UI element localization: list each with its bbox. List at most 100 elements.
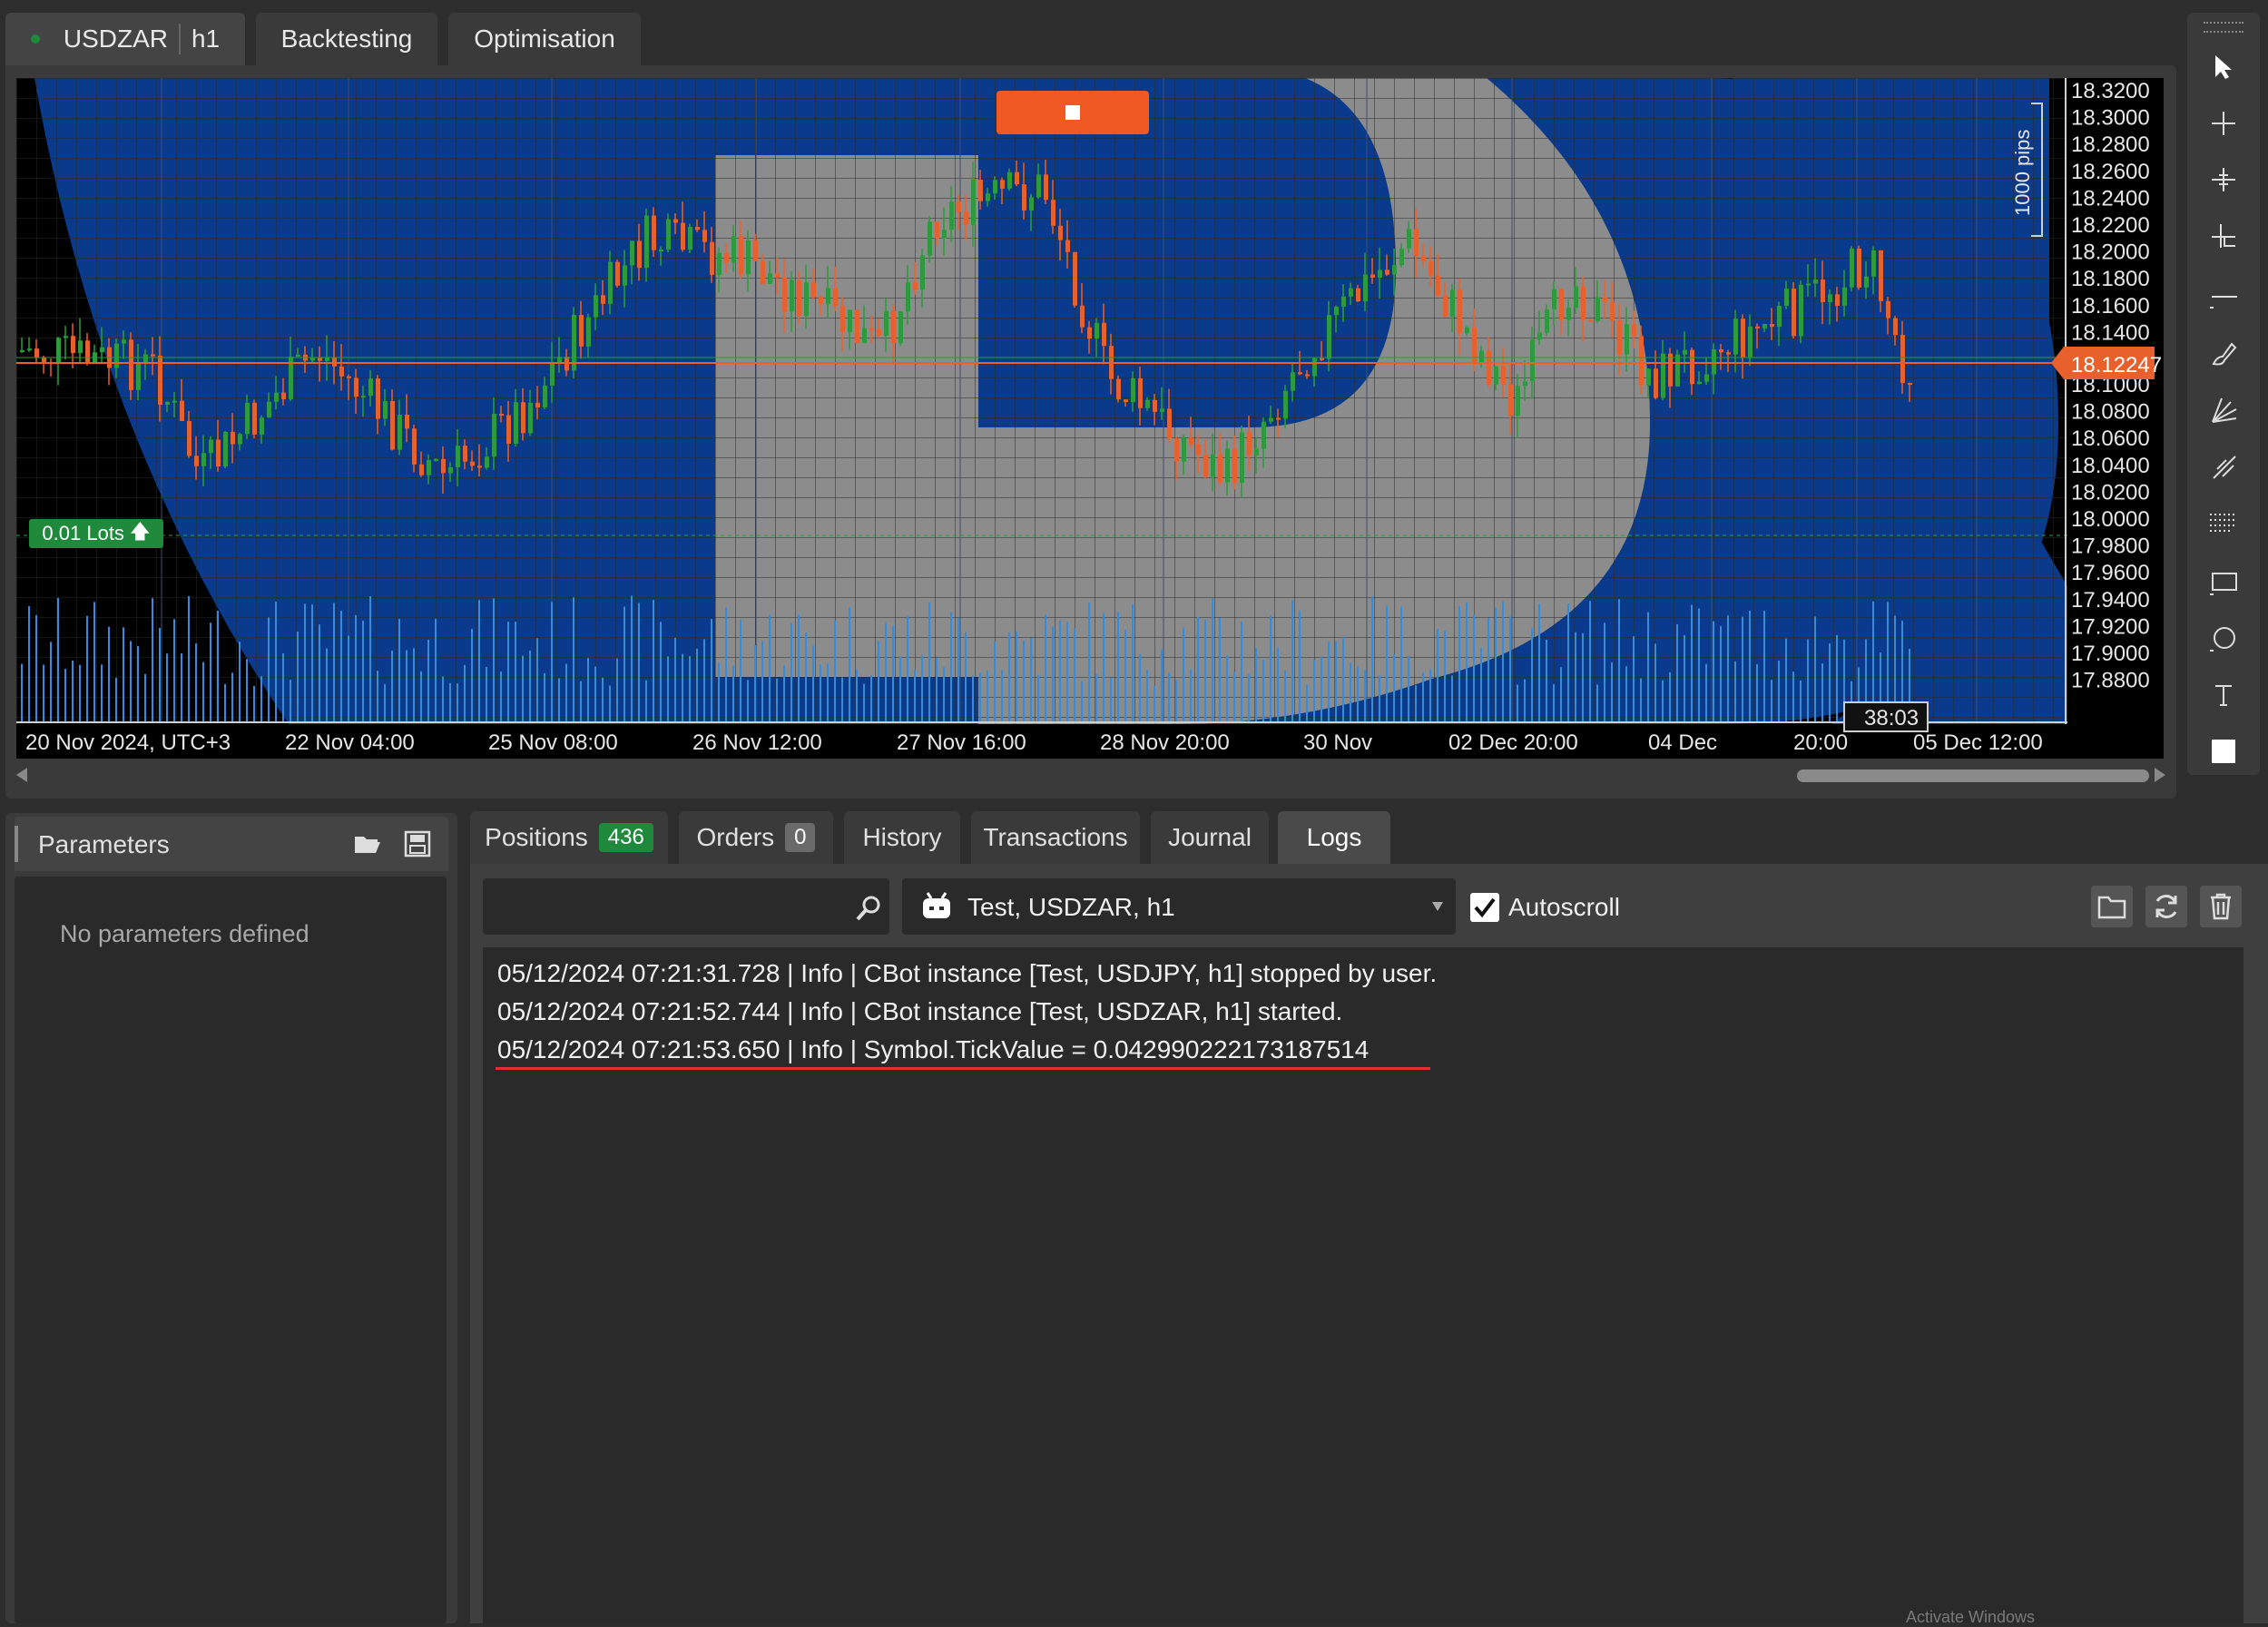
position-lots-badge[interactable]: 0.01 Lots 🡅	[29, 519, 163, 548]
price-tick-label: 18.2400	[2071, 186, 2150, 211]
time-tick-label: 26 Nov 12:00	[692, 730, 822, 755]
open-params-button[interactable]	[352, 829, 383, 858]
candle-body	[1908, 383, 1912, 386]
candle-body	[1552, 289, 1556, 309]
autoscroll-label[interactable]: Autoscroll	[1508, 893, 1620, 922]
candle-body	[753, 240, 758, 261]
clear-logs-button[interactable]	[2200, 886, 2242, 927]
horizontal-line-tool[interactable]	[2202, 276, 2245, 319]
time-axis: 20 Nov 2024, UTC+3 22 Nov 04:00 25 Nov 08:…	[25, 730, 2043, 755]
symbol-name: USDZAR	[63, 25, 168, 53]
candle-body	[739, 236, 743, 275]
candle-body	[1886, 300, 1890, 319]
chart-canvas[interactable]: 18.3200 18.300018.2800 18.260018.240018.22…	[16, 78, 2164, 759]
candle-body	[1363, 274, 1368, 302]
candle-body	[1777, 306, 1782, 328]
brush-tool[interactable]	[2202, 332, 2245, 376]
rectangle-tool[interactable]	[2202, 561, 2245, 604]
tab-optimisation[interactable]: Optimisation	[448, 13, 641, 65]
candle-body	[1247, 432, 1252, 456]
candle-body	[695, 226, 700, 230]
candle-body	[78, 340, 83, 354]
fan-icon	[2212, 397, 2237, 423]
candle-body	[398, 415, 402, 450]
candle-body	[884, 310, 889, 336]
price-chart[interactable]: 18.3200 18.3000 18.2800 18.2600 18.2400 18.22…	[16, 78, 2164, 759]
candle-body	[1349, 288, 1353, 297]
tab-journal[interactable]: Journal	[1151, 811, 1269, 864]
scroll-left-arrow[interactable]	[16, 768, 27, 782]
candle-body	[761, 260, 765, 284]
save-params-button[interactable]	[403, 829, 432, 858]
measure-tool[interactable]	[2202, 214, 2245, 258]
parameters-header: Parameters	[15, 817, 448, 871]
candle-body	[1356, 288, 1360, 302]
time-tick-label: 27 Nov 16:00	[897, 730, 1026, 755]
tab-backtesting[interactable]: Backtesting	[256, 13, 437, 65]
log-search-input[interactable]	[492, 887, 822, 926]
ellipse-tool[interactable]	[2202, 617, 2245, 661]
tab-positions[interactable]: Positions 436	[470, 811, 668, 864]
candle-body	[1566, 308, 1571, 320]
candle-body	[1741, 319, 1745, 358]
candle-body	[1414, 229, 1419, 256]
candle-body	[194, 456, 199, 466]
log-search-box[interactable]	[483, 878, 889, 935]
tab-history[interactable]: History	[844, 811, 960, 864]
candle-body	[1436, 275, 1440, 296]
candle-body	[768, 273, 772, 284]
chart-scrollbar-thumb[interactable]	[1797, 769, 2149, 782]
candle-body	[1087, 327, 1092, 339]
candle-body	[1697, 381, 1702, 385]
current-price-label: 18.12247	[2071, 353, 2162, 377]
fibonacci-tool[interactable]	[2202, 501, 2245, 544]
stop-icon	[1065, 105, 1080, 120]
parameters-title: Parameters	[38, 830, 170, 858]
tab-symbol[interactable]: USDZAR h1	[5, 13, 245, 65]
tab-orders[interactable]: Orders 0	[679, 811, 833, 864]
toolbar-grip[interactable]	[2204, 22, 2243, 33]
candle-body	[1153, 399, 1157, 412]
refresh-logs-button[interactable]	[2145, 886, 2187, 927]
price-crosshair-tool[interactable]	[2202, 158, 2245, 201]
text-tool[interactable]	[2202, 673, 2245, 717]
candle-body	[180, 400, 184, 422]
candle-body	[906, 282, 910, 312]
candle-body	[1813, 279, 1818, 284]
price-tick-label: 18.3000	[2071, 106, 2150, 131]
scroll-right-arrow[interactable]	[2155, 768, 2165, 782]
candle-body	[1828, 294, 1832, 302]
candle-body	[1632, 324, 1636, 337]
candle-body	[1421, 255, 1426, 262]
lots-label: 0.01 Lots	[42, 522, 124, 544]
fan-tool[interactable]	[2202, 388, 2245, 432]
candle-body	[252, 402, 257, 435]
time-tick-label: 02 Dec 20:00	[1448, 730, 1578, 755]
candle-body	[1225, 448, 1230, 483]
candle-body	[1138, 377, 1143, 408]
candle-body	[1167, 408, 1172, 438]
tab-logs[interactable]: Logs	[1278, 811, 1390, 864]
crosshair-tool[interactable]	[2202, 102, 2245, 145]
pitchfork-tool[interactable]	[2202, 445, 2245, 488]
candle-body	[1095, 322, 1099, 339]
candle-body	[216, 439, 221, 467]
candle-body	[869, 328, 874, 330]
autoscroll-checkbox[interactable]	[1470, 893, 1499, 922]
price-tick-label: 17.9000	[2071, 642, 2150, 666]
color-tool[interactable]	[2202, 730, 2245, 773]
stop-bot-button[interactable]	[997, 91, 1149, 134]
candle-body	[978, 180, 983, 201]
cursor-tool[interactable]	[2202, 45, 2245, 89]
tab-transactions[interactable]: Transactions	[971, 811, 1140, 864]
open-logs-folder-button[interactable]	[2091, 886, 2133, 927]
candle-body	[935, 221, 939, 239]
candle-body	[731, 236, 736, 263]
candle-body	[1545, 309, 1549, 333]
candle-body	[1581, 286, 1586, 320]
candle-body	[710, 241, 714, 275]
candle-body	[412, 428, 417, 465]
instance-select[interactable]: Test, USDZAR, h1	[902, 878, 1456, 935]
candle-body	[681, 222, 685, 250]
candle-body	[1007, 172, 1012, 189]
